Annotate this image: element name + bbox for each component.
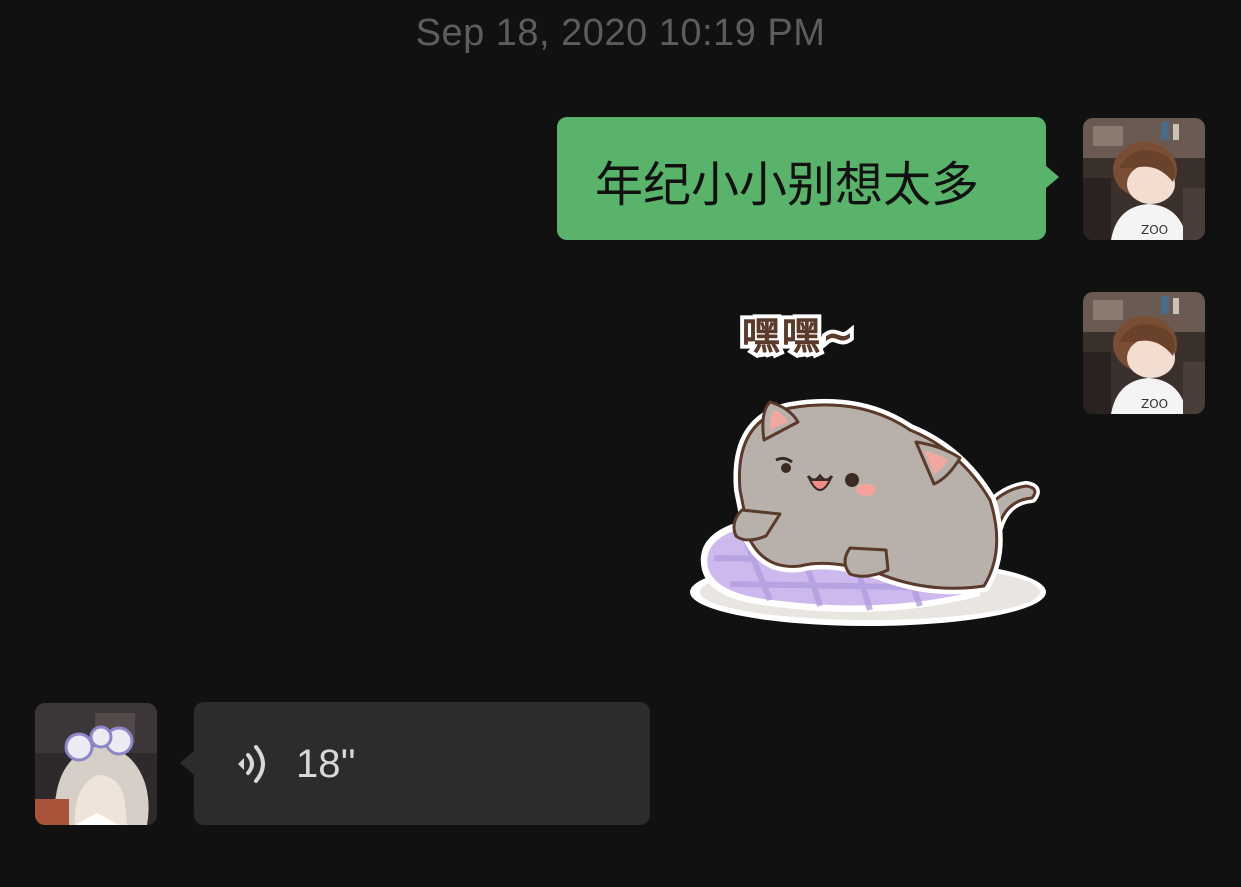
bubble-tail (180, 751, 194, 775)
svg-text:ZOO: ZOO (1141, 397, 1168, 411)
my-text-message-bubble[interactable]: 年纪小小别想太多 (557, 117, 1046, 240)
message-text: 年纪小小别想太多 (595, 157, 980, 213)
my-avatar[interactable]: ZOO (1083, 118, 1205, 240)
chat-timestamp: Sep 18, 2020 10:19 PM (415, 12, 826, 54)
cat-on-pillow-sticker[interactable] (680, 300, 1060, 640)
voice-duration-label: 18'' (296, 742, 356, 786)
svg-text:ZOO: ZOO (1141, 223, 1168, 237)
contact-avatar[interactable] (35, 703, 157, 825)
my-avatar[interactable]: ZOO (1083, 292, 1205, 414)
bubble-tail (1045, 165, 1059, 189)
voice-wave-icon (236, 741, 272, 787)
